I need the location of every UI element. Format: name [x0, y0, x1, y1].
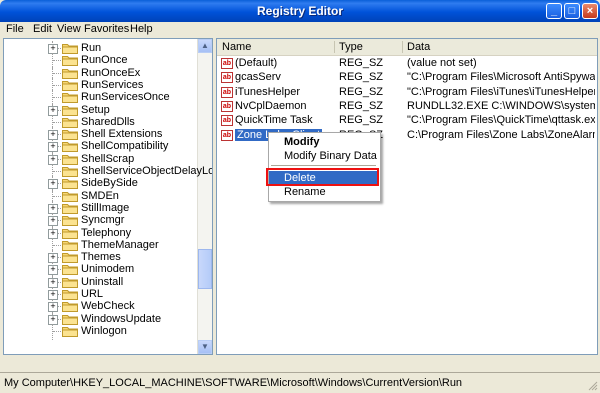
tree-item-label: ThemeManager [81, 238, 159, 251]
scroll-thumb[interactable] [198, 249, 212, 289]
value-data: "C:\Program Files\Microsoft AntiSpyware\… [407, 71, 595, 84]
registry-value-row[interactable]: ab QuickTime Task REG_SZ "C:\Program Files\… [217, 114, 597, 128]
maximize-button[interactable]: □ [564, 3, 580, 19]
menu-item-rename[interactable]: Rename [269, 185, 378, 199]
column-data[interactable]: Data [407, 41, 430, 53]
tree-guide-line [53, 84, 61, 87]
value-type: REG_SZ [339, 99, 384, 112]
string-value-icon: ab [221, 86, 233, 98]
menu-favorites[interactable]: Favorites [84, 23, 129, 35]
value-type: REG_SZ [339, 85, 384, 98]
title-bar: Registry Editor _ □ × [0, 0, 600, 22]
registry-value-row[interactable]: ab (Default) REG_SZ (value not set) [217, 57, 597, 71]
column-type[interactable]: Type [339, 41, 363, 53]
resize-grip-icon[interactable] [588, 381, 598, 391]
status-bar: My Computer\HKEY_LOCAL_MACHINE\SOFTWARE\… [0, 372, 600, 393]
tree-item-label: SideBySide [81, 177, 138, 190]
value-name: QuickTime Task [235, 114, 313, 127]
scroll-up-button[interactable]: ▲ [198, 39, 212, 53]
registry-value-row[interactable]: ab NvCplDaemon REG_SZ RUNDLL32.EXE C:\WINDO… [217, 100, 597, 114]
window-title: Registry Editor [256, 4, 343, 18]
registry-value-row[interactable]: ab iTunesHelper REG_SZ "C:\Program Files\iT… [217, 86, 597, 100]
tree-item-label: ShellServiceObjectDelayLoad [81, 165, 213, 177]
scroll-down-button[interactable]: ▼ [198, 340, 212, 354]
value-name: gcasServ [235, 71, 281, 84]
value-type: REG_SZ [339, 57, 384, 69]
menu-item-modify-binary[interactable]: Modify Binary Data [269, 149, 378, 163]
tree-guide-line [53, 97, 61, 99]
tree-item-label: RunOnce [81, 54, 128, 67]
registry-tree[interactable]: ▲ ▼ + Run RunOnce RunOnceEx RunServices RunSe… [3, 38, 213, 355]
tree-guide-line [53, 72, 61, 75]
minimize-button[interactable]: _ [546, 3, 562, 19]
value-data: C:\Program Files\Zone Labs\ZoneAlarm\zl.… [407, 128, 595, 141]
value-data: "C:\Program Files\QuickTime\qttask.exe" … [407, 114, 595, 127]
string-value-icon: ab [221, 129, 233, 141]
tree-item-label: Run [81, 42, 102, 54]
tree-item-label: Unimodem [81, 263, 135, 276]
close-button[interactable]: × [582, 3, 598, 19]
tree-item-label: ShellScrap [81, 152, 135, 165]
tree-item-label: Setup [81, 103, 110, 116]
tree-guide-line [53, 195, 61, 198]
menu-edit[interactable]: Edit [33, 23, 52, 35]
tree-item-label: RunOnceEx [81, 66, 141, 79]
status-path: My Computer\HKEY_LOCAL_MACHINE\SOFTWARE\… [4, 377, 463, 389]
tree-item-label: WindowsUpdate [81, 312, 162, 325]
tree-item-label: Uninstall [81, 275, 124, 288]
tree-item-label: WebCheck [81, 300, 135, 313]
menu-item-modify[interactable]: Modify [269, 135, 378, 149]
tree-guide-line [53, 60, 61, 62]
value-name: iTunesHelper [235, 85, 301, 98]
tree-guide-line [53, 244, 61, 247]
tree-item-label: RunServicesOnce [81, 91, 170, 104]
tree-item-label: SharedDlls [81, 115, 135, 128]
column-name[interactable]: Name [222, 41, 251, 53]
tree-guide-line [53, 330, 61, 333]
tree-guide-line [53, 121, 61, 124]
value-data: (value not set) [407, 57, 477, 69]
tree-item[interactable]: Winlogon [4, 323, 200, 340]
tree-item-label: Syncmgr [81, 214, 125, 227]
tree-item-label: ShellCompatibility [81, 140, 169, 153]
value-type: REG_SZ [339, 71, 384, 84]
string-value-icon: ab [221, 72, 233, 84]
string-value-icon: ab [221, 58, 233, 69]
value-data: "C:\Program Files\iTunes\iTunesHelper.ex… [407, 85, 595, 98]
value-type: REG_SZ [339, 114, 384, 127]
tree-item-label: StillImage [81, 201, 130, 214]
context-menu: Modify Modify Binary Data Delete Rename [268, 132, 381, 202]
menu-view[interactable]: View [57, 23, 81, 35]
tree-item-label: Winlogon [81, 324, 127, 337]
value-name: NvCplDaemon [235, 99, 307, 112]
menu-help[interactable]: Help [130, 23, 153, 35]
delete-highlight-outline [266, 168, 379, 186]
tree-guide-line [53, 171, 61, 173]
tree-item-label: Themes [81, 251, 121, 264]
string-value-icon: ab [221, 100, 233, 112]
tree-item-label: URL [81, 288, 104, 300]
string-value-icon: ab [221, 115, 233, 127]
menu-file[interactable]: File [6, 23, 24, 35]
registry-value-row[interactable]: ab gcasServ REG_SZ "C:\Program Files\Micros… [217, 71, 597, 85]
tree-item-label: Shell Extensions [81, 128, 163, 141]
folder-icon [62, 326, 78, 337]
value-name: (Default) [235, 57, 278, 69]
list-header: Name Type Data [217, 39, 597, 56]
value-data: RUNDLL32.EXE C:\WINDOWS\system32\... [407, 99, 595, 112]
tree-item-label: Telephony [81, 226, 132, 239]
tree-item-label: RunServices [81, 78, 144, 91]
menu-separator [271, 165, 376, 166]
menu-bar: File Edit View Favorites Help [0, 22, 600, 37]
tree-item-label: SMDEn [81, 189, 119, 202]
